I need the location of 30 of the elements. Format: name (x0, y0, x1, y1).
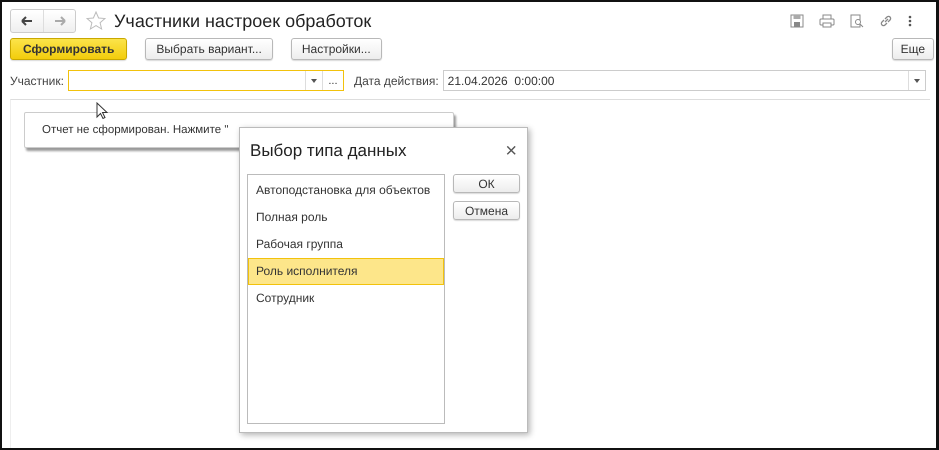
forward-arrow-icon (54, 16, 66, 26)
list-item[interactable]: Сотрудник (248, 285, 444, 312)
pick-button[interactable]: ... (322, 71, 343, 90)
date-field[interactable]: 21.04.2026 0:00:00 (442, 70, 926, 91)
field-label: Дата действия: (354, 74, 439, 88)
save-icon[interactable] (790, 14, 804, 28)
list-item[interactable]: Полная роль (248, 204, 444, 231)
star-icon[interactable] (86, 11, 106, 31)
print-icon[interactable] (819, 14, 835, 28)
notice-text: Отчет не сформирован. Нажмите " (42, 124, 228, 136)
back-arrow-icon (21, 16, 33, 26)
dropdown-icon[interactable] (914, 78, 920, 82)
more-icon[interactable] (908, 14, 912, 28)
toolbar-button[interactable]: Настройки... (290, 38, 382, 60)
list-item[interactable]: Рабочая группа (248, 231, 444, 258)
more-button[interactable]: Еще (892, 38, 934, 60)
dialog-title: Выбор типа данных (250, 141, 406, 161)
dialog-button[interactable]: Отмена (453, 201, 520, 220)
dropdown-icon[interactable] (310, 78, 317, 82)
toolbar-button[interactable]: Выбрать вариант... (145, 38, 273, 60)
list-item[interactable]: Роль исполнителя (248, 258, 444, 285)
close-button[interactable]: × (503, 141, 519, 161)
dialog-button[interactable]: ОК (453, 174, 520, 193)
preview-icon[interactable] (850, 14, 864, 28)
list-item[interactable]: Автоподстановка для объектов (248, 177, 444, 204)
participant-field[interactable]: ... (68, 70, 344, 91)
toolbar-button[interactable]: Сформировать (10, 38, 128, 60)
window-title: Участники настроек обработок (114, 10, 372, 32)
field-label: Участник: (10, 74, 64, 88)
link-icon[interactable] (879, 14, 893, 28)
